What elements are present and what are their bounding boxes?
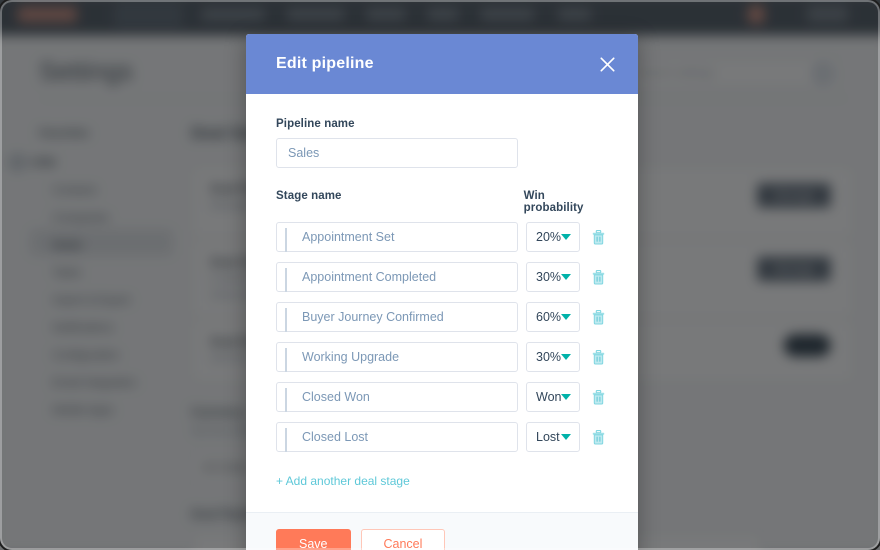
sidebar-item-contacts[interactable]: Contacts: [52, 184, 96, 196]
hubspot-logo-icon[interactable]: [17, 6, 77, 23]
stage-name-field: [276, 342, 518, 372]
close-icon[interactable]: [594, 51, 620, 77]
win-probability-value: Lost: [536, 430, 560, 444]
avatar[interactable]: [807, 5, 848, 23]
dialog-body: Pipeline name Stage name Win probability…: [246, 94, 638, 512]
drag-handle-icon[interactable]: [285, 268, 290, 292]
add-another-deal-stage-link[interactable]: + Add another deal stage: [276, 474, 410, 488]
sidebar-item-notifications[interactable]: Notifications: [52, 322, 113, 334]
dialog-footer: Save Cancel: [246, 512, 638, 550]
dialog-title: Edit pipeline: [276, 55, 374, 72]
search-icon: [814, 64, 832, 83]
stage-name-field: [276, 302, 518, 332]
chevron-down-icon: [561, 234, 572, 240]
nav-item-service[interactable]: [427, 8, 459, 20]
nav-item-sales[interactable]: [366, 8, 406, 20]
trash-icon[interactable]: [589, 226, 608, 248]
win-probability-select[interactable]: Won: [526, 382, 581, 412]
search-placeholder: Search settings: [636, 66, 715, 80]
sidebar-item-tasks[interactable]: Tasks: [52, 267, 81, 279]
nav-item-conversations[interactable]: [201, 8, 265, 20]
win-probability-column-header: Win probability: [523, 190, 584, 214]
edit-pipeline-dialog: Edit pipeline Pipeline name Stage name W…: [246, 34, 638, 550]
search-input[interactable]: Search settings: [625, 57, 840, 89]
currency-select-value: US Dollar: [201, 461, 250, 474]
dialog-header: Edit pipeline: [246, 34, 638, 94]
sidebar-item-mobile-apps[interactable]: Mobile Apps: [52, 405, 113, 417]
save-button[interactable]: Save: [276, 529, 351, 550]
sidebar-item-configuration[interactable]: Configuration: [52, 349, 119, 361]
drag-handle-icon[interactable]: [285, 228, 290, 252]
drag-handle-icon[interactable]: [285, 348, 290, 372]
win-probability-value: Won: [536, 390, 562, 404]
sidebar-section-label: Favorites: [39, 127, 90, 140]
win-probability-select[interactable]: 60%: [526, 302, 581, 332]
stage-table-header: Stage name Win probability: [276, 190, 608, 214]
stage-row: 30%: [276, 342, 608, 372]
sidebar-item-companies[interactable]: Companies: [52, 212, 109, 224]
stage-row: Lost: [276, 422, 608, 452]
sidebar-item-email-integration[interactable]: Email Integration: [52, 377, 136, 389]
stage-name-field: [276, 222, 518, 252]
chevron-down-icon: [561, 274, 572, 280]
nav-item-marketing[interactable]: [287, 8, 345, 20]
chevron-down-icon: [561, 354, 572, 360]
chevron-down-icon: [561, 394, 572, 400]
stage-name-input[interactable]: [276, 222, 518, 252]
stage-name-input[interactable]: [276, 422, 518, 452]
win-probability-value: 30%: [536, 350, 562, 364]
drag-handle-icon[interactable]: [285, 308, 290, 332]
sidebar-item-label: CRM: [29, 156, 56, 169]
stage-name-input[interactable]: [276, 302, 518, 332]
trash-icon[interactable]: [589, 306, 608, 328]
sprocket-icon[interactable]: [748, 5, 765, 24]
win-probability-select[interactable]: Lost: [526, 422, 581, 452]
chevron-down-icon: [561, 434, 572, 440]
stage-row: Won: [276, 382, 608, 412]
stage-name-input[interactable]: [276, 262, 518, 292]
drag-handle-icon[interactable]: [285, 428, 290, 452]
trash-icon[interactable]: [589, 266, 608, 288]
win-probability-value: 30%: [536, 270, 562, 284]
nav-item-contacts[interactable]: [113, 2, 183, 28]
pipeline-name-input[interactable]: [276, 138, 518, 168]
sidebar-active-highlight: [29, 229, 173, 256]
win-probability-value: 60%: [536, 310, 562, 324]
drag-handle-icon[interactable]: [285, 388, 290, 412]
nav-item-automation[interactable]: [480, 8, 534, 20]
pipeline-name-label: Pipeline name: [276, 118, 355, 130]
sidebar-item-import-export[interactable]: Import & Export: [52, 294, 130, 306]
sidebar-item-crm[interactable]: CRM: [9, 154, 56, 170]
cancel-button[interactable]: Cancel: [360, 529, 446, 550]
stage-row: 60%: [276, 302, 608, 332]
card-toggle[interactable]: [783, 334, 831, 357]
stage-name-column-header: Stage name: [276, 190, 342, 202]
win-probability-select[interactable]: 20%: [526, 222, 581, 252]
gear-icon: [9, 154, 25, 170]
screen: Settings Search settings Favorites CRM C…: [0, 0, 880, 550]
win-probability-select[interactable]: 30%: [526, 342, 581, 372]
win-probability-value: 20%: [536, 230, 562, 244]
chevron-down-icon: [561, 314, 572, 320]
sidebar-item-deals[interactable]: Deals: [52, 239, 82, 251]
nav-item-reports[interactable]: [558, 8, 591, 20]
stage-name-input[interactable]: [276, 342, 518, 372]
stage-name-field: [276, 262, 518, 292]
win-probability-select[interactable]: 30%: [526, 262, 581, 292]
stage-name-field: [276, 422, 518, 452]
trash-icon[interactable]: [589, 386, 608, 408]
card-action-button[interactable]: Manage: [757, 183, 831, 208]
stage-name-input[interactable]: [276, 382, 518, 412]
page-title: Settings: [39, 57, 133, 87]
card-action-button[interactable]: Manage: [757, 256, 831, 282]
top-navigation-bar: [0, 0, 880, 36]
currency-label: Currency: [191, 404, 245, 419]
trash-icon[interactable]: [589, 426, 608, 448]
stage-name-field: [276, 382, 518, 412]
stage-row: 20%: [276, 222, 608, 252]
stage-row: 30%: [276, 262, 608, 292]
trash-icon[interactable]: [589, 346, 608, 368]
stage-list: 20% 30% 60% 30% Won Lost: [276, 222, 608, 452]
